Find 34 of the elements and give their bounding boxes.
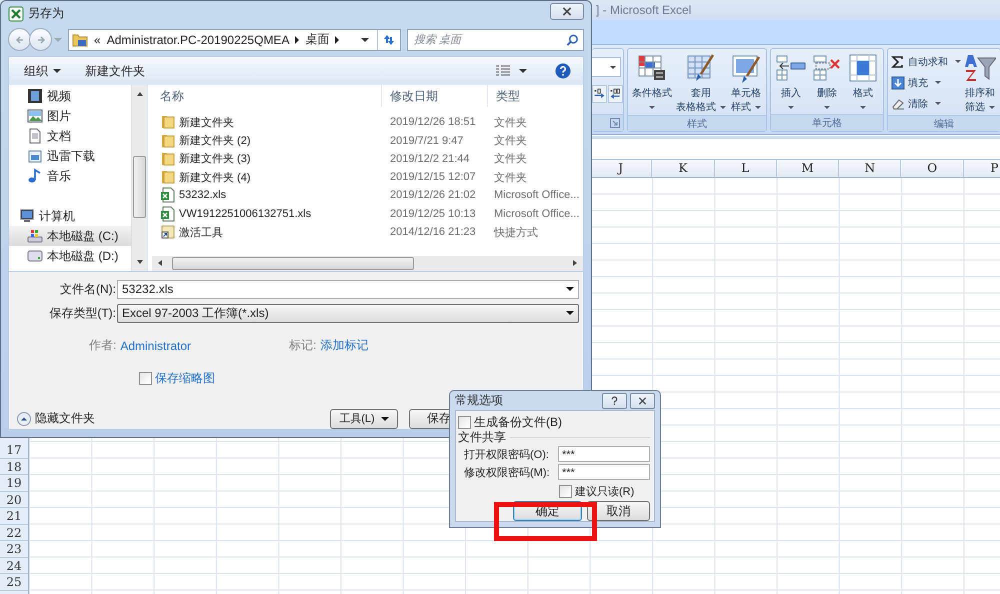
file-date: 2019/12/2 21:44 bbox=[390, 152, 470, 165]
dialog-title: 另存为 bbox=[28, 5, 64, 22]
file-type: 文件夹 bbox=[494, 170, 527, 185]
file-date: 2019/12/15 12:07 bbox=[390, 171, 476, 184]
window-title: ] - Microsoft Excel bbox=[596, 3, 692, 17]
file-date: 2019/12/26 21:02 bbox=[390, 189, 476, 202]
field-label: 文件名(N): bbox=[59, 280, 117, 298]
group-label: 单元格 bbox=[812, 116, 842, 130]
file-name: 新建文件夹 (2) bbox=[179, 134, 250, 148]
file-date: 2019/12/25 10:13 bbox=[390, 208, 476, 220]
file-name: VW1912251006132751.xls bbox=[179, 208, 312, 220]
tags-label: 标记: bbox=[289, 337, 316, 354]
group-label: 编辑 bbox=[934, 118, 954, 130]
file-type: 文件夹 bbox=[494, 152, 527, 166]
file-name: 53232.xls bbox=[179, 189, 226, 202]
section-label: 文件共享 bbox=[458, 429, 506, 446]
field-label: 修改权限密码(M): bbox=[464, 466, 551, 480]
group-label: 样式 bbox=[687, 118, 707, 130]
file-name: 新建文件夹 (3) bbox=[179, 152, 250, 166]
file-name: 激活工具 bbox=[179, 226, 223, 240]
field-label: 保存类型(T): bbox=[48, 304, 117, 322]
field-label: 打开权限密码(O): bbox=[464, 448, 550, 462]
file-date: 2019/12/26 18:51 bbox=[390, 116, 476, 128]
file-type: 快捷方式 bbox=[494, 226, 538, 240]
file-type: 文件夹 bbox=[494, 116, 527, 130]
dialog-title: 常规选项 bbox=[455, 392, 503, 409]
file-date: 2014/12/16 21:23 bbox=[390, 226, 476, 238]
file-type: 文件夹 bbox=[494, 134, 527, 148]
author-label: 作者: bbox=[89, 337, 116, 354]
file-date: 2019/7/21 9:47 bbox=[390, 134, 464, 147]
file-name: 新建文件夹 bbox=[179, 116, 234, 130]
file-type: Microsoft Office... bbox=[494, 189, 580, 202]
file-type: Microsoft Office... bbox=[494, 208, 580, 220]
file-name: 新建文件夹 (4) bbox=[179, 170, 250, 185]
